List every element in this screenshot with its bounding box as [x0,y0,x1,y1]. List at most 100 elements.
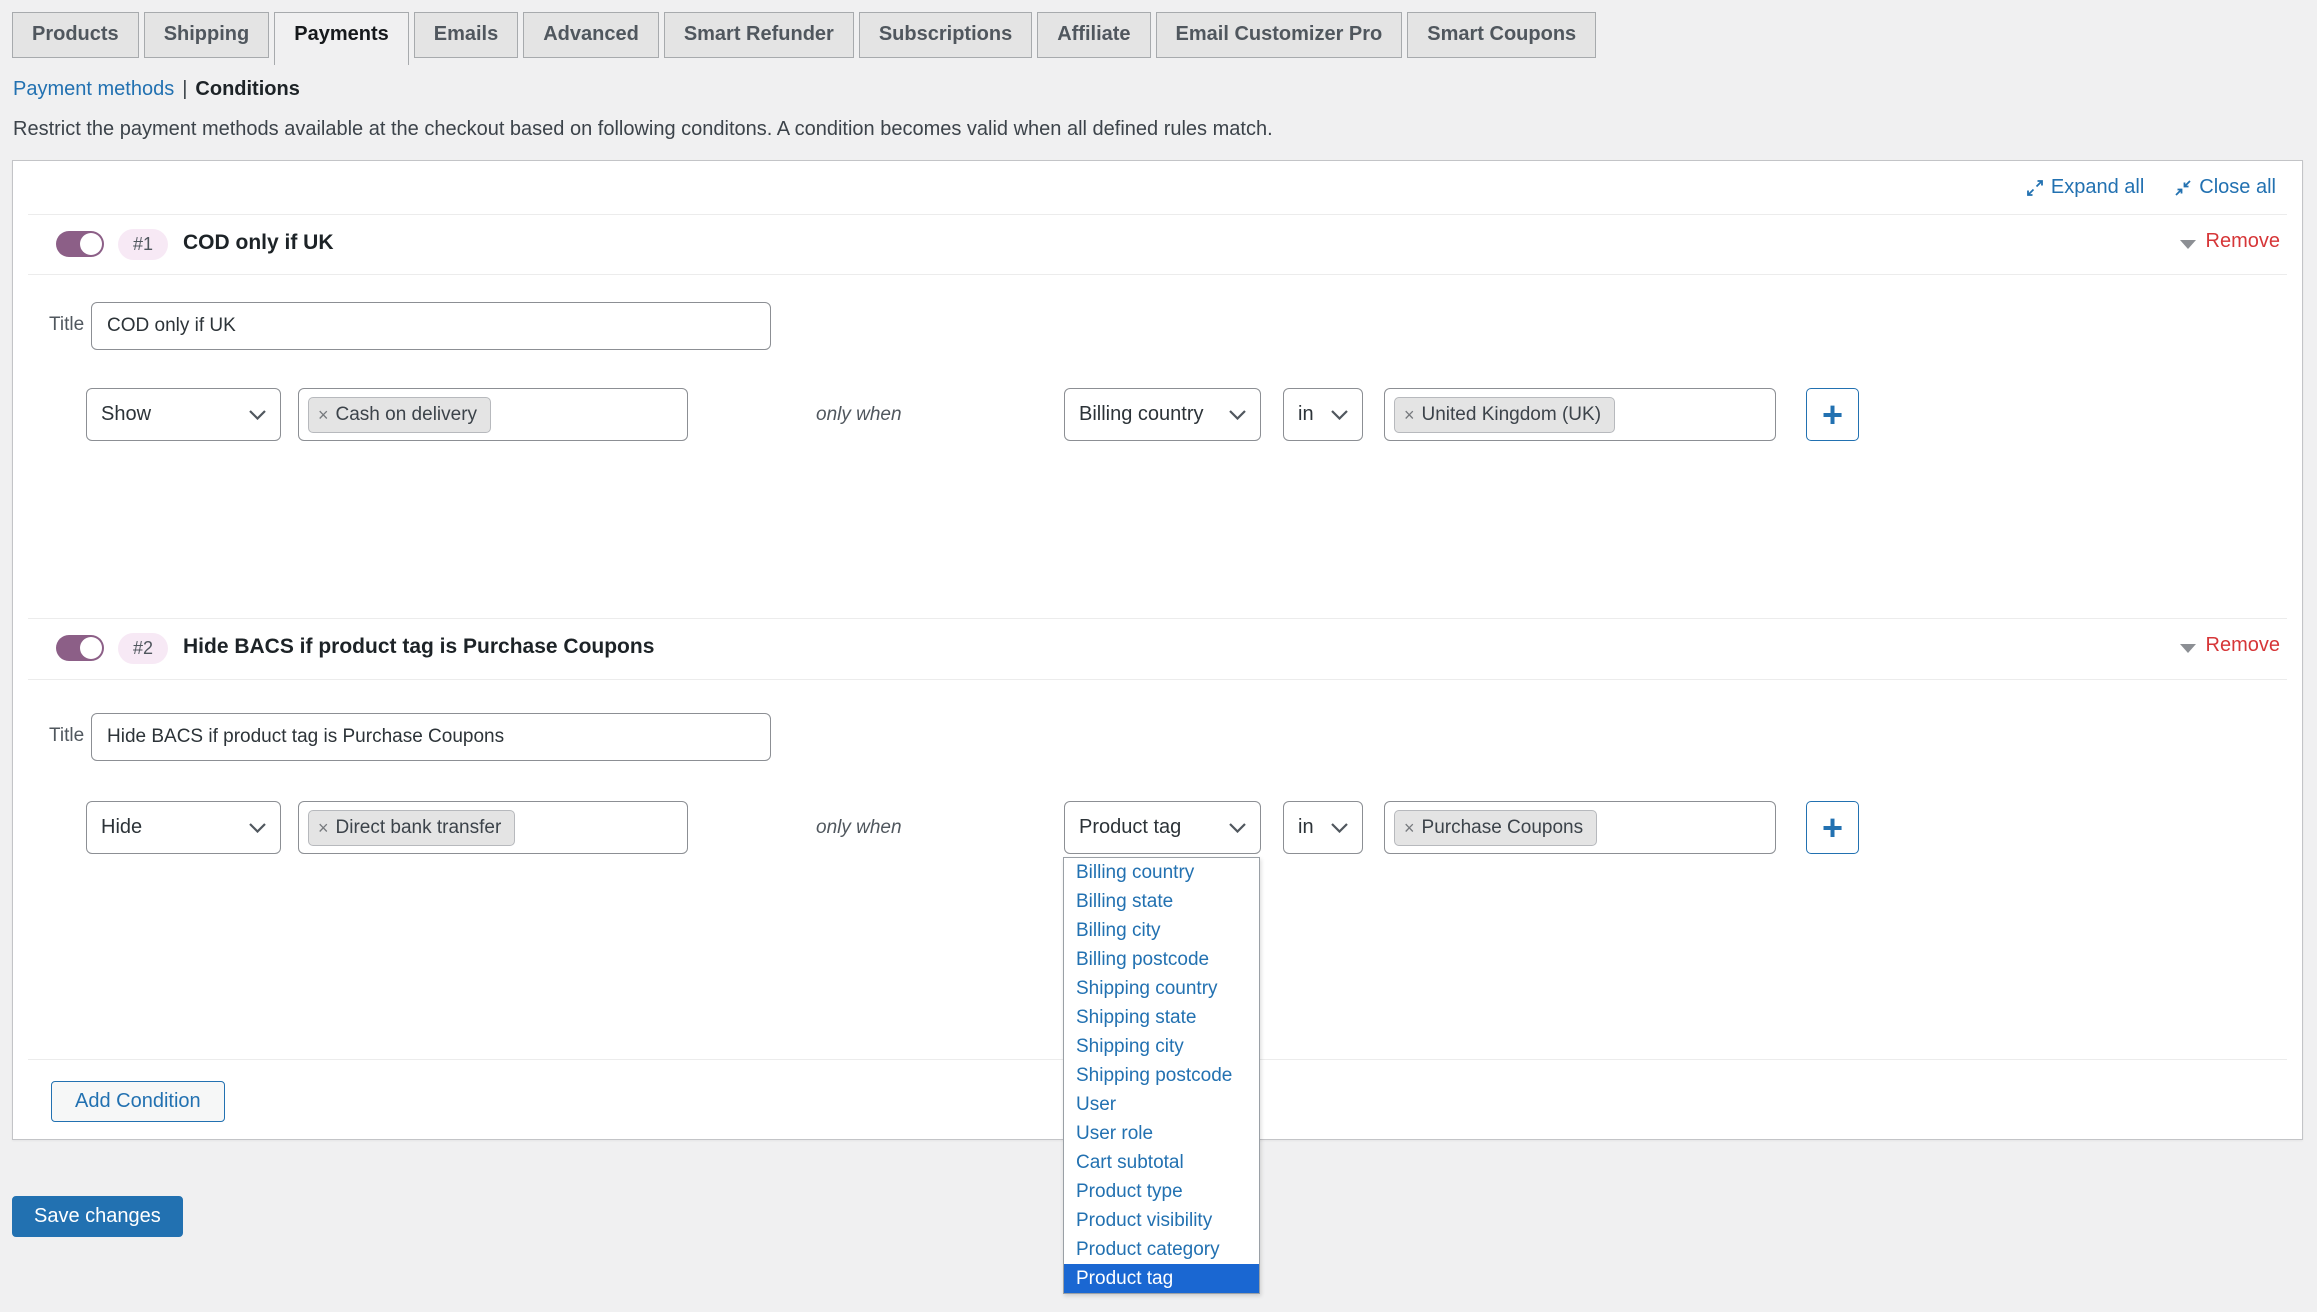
chevron-down-icon [249,823,266,833]
operator-select-value: in [1298,816,1314,839]
condition-1-header: #1 COD only if UK Remove [13,214,2302,274]
add-condition-button[interactable]: Add Condition [51,1081,225,1122]
remove-tag-icon[interactable]: × [318,406,329,424]
panel-links: Expand all Close all [2026,161,2302,214]
value-tag: × Purchase Coupons [1394,810,1597,846]
condition-2-payment-methods-box[interactable]: × Direct bank transfer [298,801,688,854]
remove-tag-icon[interactable]: × [318,819,329,837]
tab-smart-coupons[interactable]: Smart Coupons [1407,12,1596,58]
tab-shipping[interactable]: Shipping [144,12,270,58]
value-tag-label: Purchase Coupons [1422,817,1584,839]
title-label: Title [49,725,84,747]
payment-method-tag: × Cash on delivery [308,397,491,433]
subnav-link-payment-methods[interactable]: Payment methods [13,78,174,100]
dropdown-option-product-tag[interactable]: Product tag [1064,1264,1259,1293]
operator-select-value: in [1298,403,1314,426]
action-select-value: Show [101,403,151,426]
tab-smart-refunder[interactable]: Smart Refunder [664,12,854,58]
condition-1-name: COD only if UK [183,231,334,255]
title-label: Title [49,314,84,336]
divider [28,679,2287,680]
condition-1-operator-select[interactable]: in [1283,388,1363,441]
chevron-down-icon [1229,823,1246,833]
action-select-value: Hide [101,816,142,839]
dropdown-option-billing-country[interactable]: Billing country [1064,858,1259,887]
condition-1-number-badge: #1 [118,229,168,260]
only-when-label: only when [816,388,902,441]
condition-1-title-input[interactable] [91,302,771,350]
dropdown-option-shipping-postcode[interactable]: Shipping postcode [1064,1061,1259,1090]
toggle-knob [80,233,102,255]
condition-1-attribute-select[interactable]: Billing country [1064,388,1261,441]
close-all-icon [2174,179,2192,197]
value-tag: × United Kingdom (UK) [1394,397,1615,433]
divider [28,274,2287,275]
condition-1-payment-methods-box[interactable]: × Cash on delivery [298,388,688,441]
payment-method-tag: × Direct bank transfer [308,810,515,846]
expand-all-link[interactable]: Expand all [2026,176,2144,199]
dropdown-option-billing-city[interactable]: Billing city [1064,916,1259,945]
condition-1-values-box[interactable]: × United Kingdom (UK) [1384,388,1776,441]
chevron-down-icon [1331,823,1348,833]
breadcrumb: Payment methods | Conditions [13,78,300,101]
dropdown-option-user[interactable]: User [1064,1090,1259,1119]
condition-2-attribute-select[interactable]: Product tag [1064,801,1261,854]
payment-method-tag-label: Direct bank transfer [336,817,502,839]
attribute-select-value: Billing country [1079,403,1204,426]
subnav-current-conditions: Conditions [195,78,299,100]
remove-tag-icon[interactable]: × [1404,819,1415,837]
chevron-down-icon [249,410,266,420]
condition-2-add-rule-button[interactable]: + [1806,801,1859,854]
condition-1-collapse-caret-icon[interactable] [2180,240,2196,249]
condition-2-enabled-toggle[interactable] [56,635,104,661]
tab-emails[interactable]: Emails [414,12,518,58]
dropdown-option-product-visibility[interactable]: Product visibility [1064,1206,1259,1235]
tab-subscriptions[interactable]: Subscriptions [859,12,1032,58]
condition-2-values-box[interactable]: × Purchase Coupons [1384,801,1776,854]
condition-1-remove-link[interactable]: Remove [2206,230,2280,253]
dropdown-option-product-type[interactable]: Product type [1064,1177,1259,1206]
subnav-separator: | [182,78,187,100]
payment-method-tag-label: Cash on delivery [336,404,478,426]
chevron-down-icon [1229,410,1246,420]
toggle-knob [80,637,102,659]
only-when-label: only when [816,801,902,854]
attribute-dropdown-list: Billing countryBilling stateBilling city… [1063,857,1260,1294]
dropdown-option-product-category[interactable]: Product category [1064,1235,1259,1264]
condition-2-title-row: Title [13,713,2302,761]
dropdown-option-shipping-state[interactable]: Shipping state [1064,1003,1259,1032]
close-all-label: Close all [2199,176,2276,199]
tab-bar: ProductsShippingPaymentsEmailsAdvancedSm… [12,12,1601,65]
condition-1-rule-row: Show × Cash on delivery only when Billing… [13,388,2302,441]
condition-2-operator-select[interactable]: in [1283,801,1363,854]
expand-all-icon [2026,179,2044,197]
condition-1-action-select[interactable]: Show [86,388,281,441]
value-tag-label: United Kingdom (UK) [1422,404,1602,426]
tab-payments[interactable]: Payments [274,12,409,65]
dropdown-option-shipping-country[interactable]: Shipping country [1064,974,1259,1003]
condition-2-action-select[interactable]: Hide [86,801,281,854]
remove-tag-icon[interactable]: × [1404,406,1415,424]
tab-email-customizer-pro[interactable]: Email Customizer Pro [1156,12,1403,58]
condition-2-remove-link[interactable]: Remove [2206,634,2280,657]
dropdown-option-billing-postcode[interactable]: Billing postcode [1064,945,1259,974]
condition-1-enabled-toggle[interactable] [56,231,104,257]
close-all-link[interactable]: Close all [2174,176,2276,199]
dropdown-option-cart-subtotal[interactable]: Cart subtotal [1064,1148,1259,1177]
dropdown-option-shipping-city[interactable]: Shipping city [1064,1032,1259,1061]
dropdown-option-billing-state[interactable]: Billing state [1064,887,1259,916]
dropdown-option-user-role[interactable]: User role [1064,1119,1259,1148]
tab-advanced[interactable]: Advanced [523,12,659,58]
tab-products[interactable]: Products [12,12,139,58]
chevron-down-icon [1331,410,1348,420]
condition-2-rule-row: Hide × Direct bank transfer only when Pro… [13,801,2302,854]
condition-2-name: Hide BACS if product tag is Purchase Cou… [183,635,654,659]
condition-2-title-input[interactable] [91,713,771,761]
condition-2-collapse-caret-icon[interactable] [2180,644,2196,653]
condition-1-add-rule-button[interactable]: + [1806,388,1859,441]
expand-all-label: Expand all [2051,176,2144,199]
condition-2-number-badge: #2 [118,633,168,664]
condition-2-header: #2 Hide BACS if product tag is Purchase … [13,618,2302,678]
save-changes-button[interactable]: Save changes [12,1196,183,1237]
tab-affiliate[interactable]: Affiliate [1037,12,1150,58]
